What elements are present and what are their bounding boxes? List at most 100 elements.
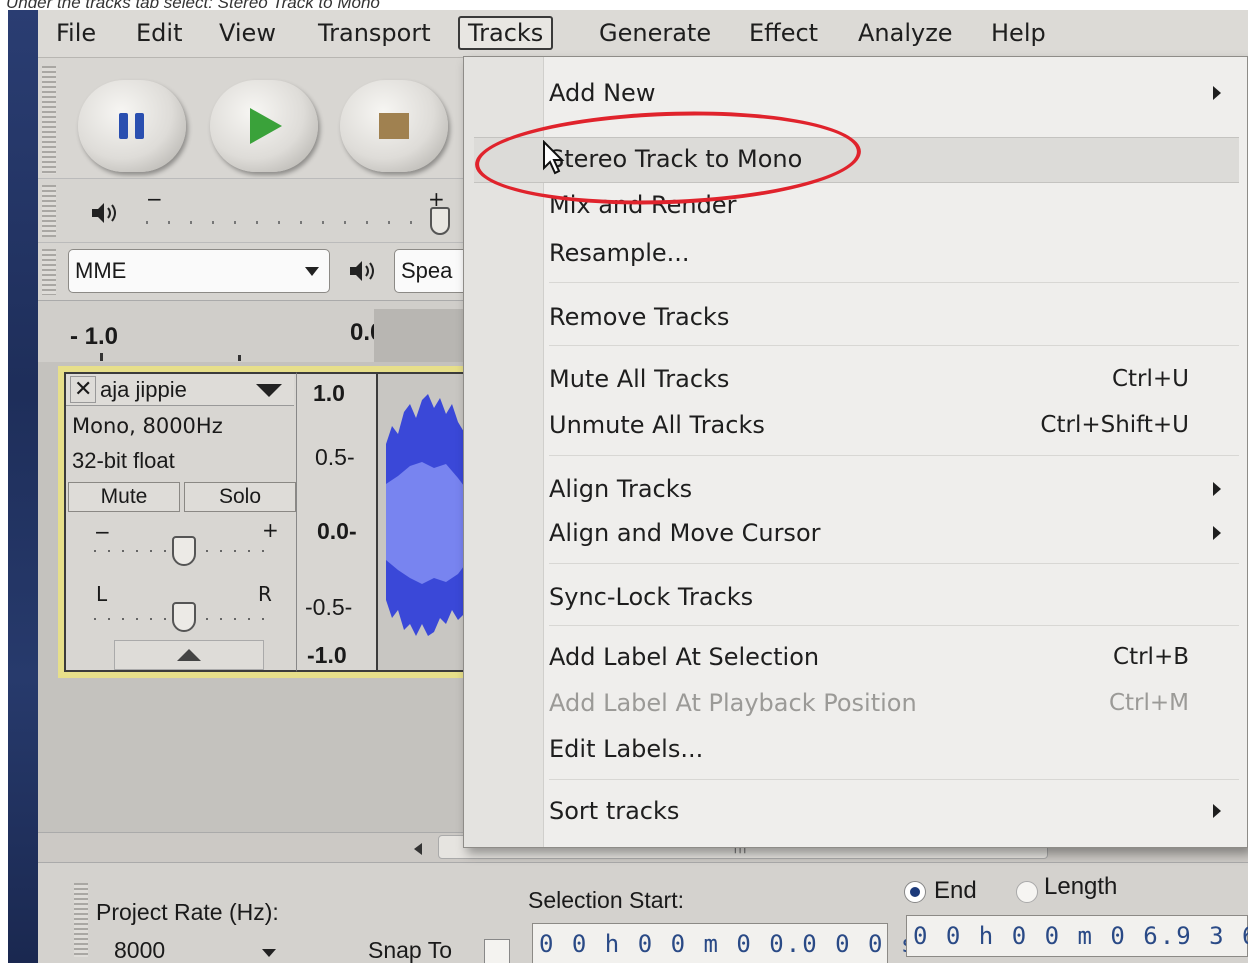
menu-item-label: Edit Labels...	[549, 735, 704, 763]
ruler-label-start: - 1.0	[70, 323, 119, 350]
speaker-icon	[90, 201, 122, 229]
track-format: Mono, 8000Hz	[72, 414, 223, 438]
solo-button[interactable]: Solo	[184, 482, 296, 512]
toolbar-grip[interactable]	[42, 66, 56, 174]
submenu-arrow-icon	[1213, 526, 1221, 540]
pan-right-label: R	[258, 582, 272, 606]
dropdown-arrow-icon	[262, 949, 276, 957]
submenu-arrow-icon	[1213, 804, 1221, 818]
project-rate-label: Project Rate (Hz):	[96, 899, 279, 925]
pan-slider-thumb[interactable]	[172, 602, 196, 632]
stop-button[interactable]	[340, 80, 448, 172]
output-device-select[interactable]: Spea	[394, 249, 474, 293]
menu-item-align-move-cursor[interactable]: Align and Move Cursor	[549, 513, 1239, 553]
length-radio[interactable]	[1016, 881, 1038, 903]
menu-item-add-label-selection[interactable]: Add Label At Selection Ctrl+B	[549, 637, 1239, 677]
menu-analyze[interactable]: Analyze	[850, 16, 961, 50]
project-rate-select[interactable]: 8000	[98, 933, 298, 963]
amplitude-label: 0.5-	[315, 444, 355, 470]
end-label: End	[934, 877, 977, 904]
menu-separator	[549, 625, 1239, 626]
menu-item-mute-all[interactable]: Mute All Tracks Ctrl+U	[549, 359, 1239, 399]
volume-slider-thumb[interactable]	[430, 207, 450, 235]
menu-item-resample[interactable]: Resample...	[549, 233, 1239, 273]
stop-icon	[340, 80, 448, 172]
menu-item-shortcut: Ctrl+M	[1108, 690, 1189, 716]
menu-effect[interactable]: Effect	[741, 16, 826, 50]
dropdown-arrow-icon	[305, 267, 319, 276]
menu-generate[interactable]: Generate	[591, 16, 719, 50]
menu-tracks[interactable]: Tracks	[458, 16, 554, 50]
ruler-tick	[100, 353, 103, 361]
menu-item-unmute-all[interactable]: Unmute All Tracks Ctrl+Shift+U	[549, 405, 1239, 445]
speaker-icon	[348, 259, 380, 287]
menu-item-sync-lock[interactable]: Sync-Lock Tracks	[549, 577, 1239, 617]
gain-slider-thumb[interactable]	[172, 536, 196, 566]
amplitude-label: 1.0	[313, 380, 345, 406]
pause-button[interactable]	[78, 80, 186, 172]
menu-item-label: Align Tracks	[549, 475, 693, 503]
gain-plus-label: +	[262, 518, 279, 542]
menu-separator	[549, 345, 1239, 346]
play-icon	[210, 80, 318, 172]
track-control-panel: ✕ aja jippie Mono, 8000Hz 32-bit float M…	[64, 372, 296, 672]
menu-item-label: Sort tracks	[549, 797, 680, 825]
amplitude-label: -1.0	[307, 642, 347, 668]
snap-to-checkbox[interactable]	[484, 939, 510, 963]
toolbar-grip[interactable]	[74, 883, 88, 957]
menu-item-shortcut: Ctrl+U	[1111, 366, 1189, 392]
gain-minus-label: −	[94, 520, 111, 544]
end-time-field[interactable]: 0 0 h 0 0 m 0 6.9 3 6 s	[906, 915, 1248, 957]
pan-left-label: L	[96, 582, 108, 606]
menu-item-remove-tracks[interactable]: Remove Tracks	[549, 297, 1239, 337]
menu-item-label: Add New	[549, 79, 656, 107]
play-button[interactable]	[210, 80, 318, 172]
menu-item-label: Unmute All Tracks	[549, 411, 765, 439]
scroll-left-arrow-icon[interactable]	[414, 843, 422, 855]
volume-minus-label: −	[146, 187, 163, 211]
desktop-background	[8, 10, 38, 963]
menu-separator	[549, 779, 1239, 780]
menu-item-add-new[interactable]: Add New	[549, 73, 1239, 113]
menu-view[interactable]: View	[211, 16, 284, 50]
play-region-marker	[374, 309, 464, 363]
menu-bar: File Edit View Transport Tracks Generate…	[38, 10, 1248, 58]
menu-transport[interactable]: Transport	[310, 16, 439, 50]
menu-item-label: Mute All Tracks	[549, 365, 730, 393]
menu-file[interactable]: File	[48, 16, 104, 50]
menu-edit[interactable]: Edit	[128, 16, 190, 50]
menu-item-label: Resample...	[549, 239, 690, 267]
menu-separator	[549, 455, 1239, 456]
selection-start-label: Selection Start:	[528, 887, 684, 913]
selection-start-field[interactable]: 0 0 h 0 0 m 0 0.0 0 0 s	[532, 923, 915, 963]
menu-item-label: Remove Tracks	[549, 303, 730, 331]
track-title-bar[interactable]: ✕ aja jippie	[66, 374, 294, 406]
selection-toolbar: Project Rate (Hz): 8000 Snap To Selectio…	[38, 862, 1248, 963]
menu-item-align-tracks[interactable]: Align Tracks	[549, 469, 1239, 509]
close-icon[interactable]: ✕	[70, 376, 97, 403]
length-label: Length	[1044, 873, 1118, 900]
toolbar-grip[interactable]	[42, 249, 56, 295]
menu-help[interactable]: Help	[983, 16, 1054, 50]
output-device-value: Spea	[401, 258, 453, 283]
menu-item-edit-labels[interactable]: Edit Labels...	[549, 729, 1239, 769]
toolbar-grip[interactable]	[42, 185, 56, 237]
submenu-arrow-icon	[1213, 86, 1221, 100]
amplitude-ruler: 1.0 0.5- 0.0- -0.5- -1.0	[296, 372, 378, 672]
track-bitdepth: 32-bit float	[72, 448, 175, 473]
project-rate-value: 8000	[114, 937, 166, 963]
end-radio[interactable]	[904, 881, 926, 903]
mute-button[interactable]: Mute	[68, 482, 180, 512]
audio-host-select[interactable]: MME	[68, 249, 330, 293]
collapse-track-button[interactable]	[114, 640, 264, 670]
snap-to-label: Snap To	[368, 937, 452, 963]
volume-slider-track[interactable]	[146, 221, 436, 224]
dropdown-arrow-icon[interactable]	[256, 384, 282, 397]
amplitude-label: 0.0-	[317, 518, 357, 544]
menu-item-label: Sync-Lock Tracks	[549, 583, 754, 611]
menu-item-sort-tracks[interactable]: Sort tracks	[549, 791, 1239, 831]
menu-item-label: Add Label At Playback Position	[549, 689, 917, 717]
end-time-value: 0 0 h 0 0 m 0 6.9 3 6 s	[913, 922, 1248, 950]
pause-icon	[78, 80, 186, 172]
menu-item-add-label-playback: Add Label At Playback Position Ctrl+M	[549, 683, 1239, 723]
